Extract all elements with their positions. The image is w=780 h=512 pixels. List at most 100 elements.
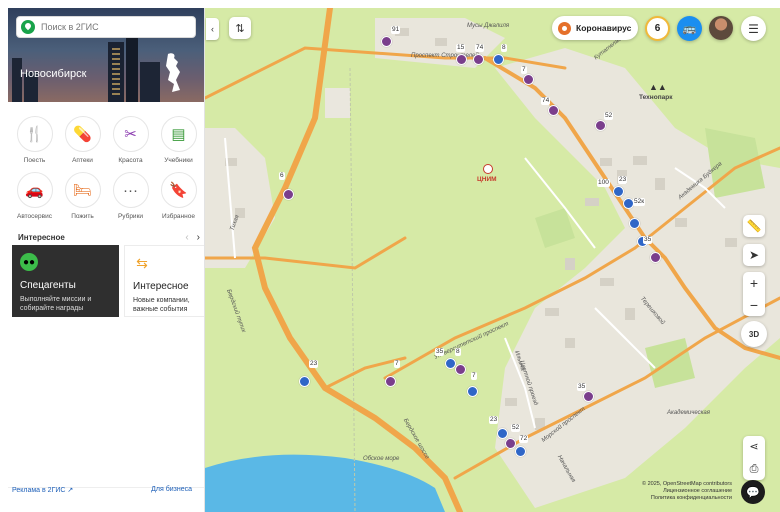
transit-stop-marker[interactable] (505, 438, 516, 449)
interesting-title: Интересное (18, 232, 65, 242)
building-silhouette (12, 58, 22, 102)
category-label: Красота (118, 157, 143, 164)
transit-stop-marker[interactable] (455, 364, 466, 375)
route-number: 52к (633, 198, 646, 206)
transit-stop-marker[interactable] (467, 386, 478, 397)
category-pharmacy[interactable]: 💊 Аптеки (60, 116, 105, 168)
route-number: 35 (435, 348, 445, 356)
route-icon: ⇅ (235, 22, 245, 35)
route-number: 74 (541, 97, 551, 105)
search-input[interactable] (41, 22, 191, 32)
navigation-arrow-icon: ➤ (748, 248, 760, 262)
transit-stop-marker[interactable] (493, 54, 504, 65)
category-beauty[interactable]: ✂ Красота (108, 116, 153, 168)
transit-stop-marker[interactable] (523, 74, 534, 85)
transit-stop-marker[interactable] (497, 428, 508, 439)
card-title: Спецагенты (20, 280, 76, 291)
side-panel: Новосибирск 🍴 Поесть 💊 Аптеки ✂ Красота … (8, 8, 205, 512)
transit-stop-marker[interactable] (299, 376, 310, 387)
notifications-badge[interactable]: 6 (645, 16, 670, 41)
route-button[interactable]: ⇅ (229, 17, 251, 39)
hospital-icon (483, 164, 493, 174)
card-interesting[interactable]: ⇆ Интересное Новые компании, важные собы… (124, 245, 204, 317)
route-number: 8 (501, 44, 507, 52)
map-copyright: © 2025, OpenStreetMap contributors Лицен… (640, 481, 732, 502)
avatar[interactable] (709, 16, 733, 40)
car-service-icon: 🚗 (16, 172, 53, 208)
interesting-header: Интересное ‹ › (18, 230, 200, 244)
bookmark-icon: 🔖 (160, 172, 197, 208)
privacy-link[interactable]: Политика конфиденциальности (640, 495, 732, 502)
window-lights (112, 48, 120, 98)
print-icon[interactable]: ⎙ (750, 458, 759, 480)
map-canvas[interactable]: Мусы Джалиля Проспект Строителей Кутател… (205, 8, 780, 512)
coat-of-arms-icon (166, 53, 180, 92)
zoom-in-button[interactable]: + (750, 272, 758, 294)
chat-button[interactable]: 💬 (741, 480, 765, 504)
locate-button[interactable]: ➤ (743, 244, 765, 266)
route-number: 100 (597, 179, 610, 187)
transit-stop-marker[interactable] (473, 54, 484, 65)
category-car-service[interactable]: 🚗 Автосервис (12, 172, 57, 224)
virus-icon (558, 21, 571, 35)
route-number: 7 (394, 360, 400, 368)
collapse-panel-button[interactable]: ‹ (206, 18, 219, 40)
sunglasses-icon: ●● (20, 253, 38, 271)
transit-stop-marker[interactable] (613, 186, 624, 197)
menu-button[interactable]: ☰ (741, 16, 766, 41)
prev-arrow-icon[interactable]: ‹ (185, 232, 188, 243)
chat-icon: 💬 (746, 486, 760, 499)
search-bar[interactable] (16, 16, 196, 38)
category-label: Аптеки (72, 157, 93, 164)
category-label: Рубрики (117, 213, 144, 220)
transit-stop-marker[interactable] (548, 105, 559, 116)
copyright-line: © 2025, OpenStreetMap contributors (642, 481, 732, 487)
card-spec-agents[interactable]: ●● Спецагенты Выполняйте миссии и собира… (12, 245, 119, 317)
city-banner: Новосибирск (8, 8, 204, 102)
card-subtitle: Новые компании, важные события (133, 297, 190, 313)
category-textbooks[interactable]: ▤ Учебники (156, 116, 201, 168)
category-favorites[interactable]: 🔖 Избранное (156, 172, 201, 224)
pill-icon: 💊 (64, 116, 101, 152)
route-number: 74 (475, 44, 485, 52)
category-rubrics[interactable]: ··· Рубрики (108, 172, 153, 224)
license-link[interactable]: Лицензионное соглашение (640, 488, 732, 495)
zoom-control: + − (743, 272, 765, 316)
fork-knife-icon: 🍴 (16, 116, 53, 152)
next-arrow-icon[interactable]: › (197, 232, 200, 243)
hamburger-icon: ☰ (748, 21, 759, 36)
transit-stop-marker[interactable] (595, 120, 606, 131)
corona-button[interactable]: Коронавирус (552, 16, 638, 40)
route-number: 91 (391, 26, 401, 34)
transit-stop-marker[interactable] (283, 189, 294, 200)
category-label: Поесть (23, 157, 46, 164)
transit-stop-marker[interactable] (583, 391, 594, 402)
category-eat[interactable]: 🍴 Поесть (12, 116, 57, 168)
route-number: 52 (604, 112, 614, 120)
route-number: 23 (489, 416, 499, 424)
signpost-icon: ⇆ (136, 254, 148, 271)
zoom-out-button[interactable]: − (750, 294, 758, 316)
2gis-logo-icon (21, 20, 35, 34)
transit-stop-marker[interactable] (385, 376, 396, 387)
building-icon: ▲▲ (649, 82, 667, 92)
ruler-button[interactable]: 📏 (743, 215, 765, 237)
route-number: 8 (455, 348, 461, 356)
route-number: 72 (519, 435, 529, 443)
route-number: 35 (577, 383, 587, 391)
business-link[interactable]: Для бизнеса (151, 486, 192, 494)
transit-stop-marker[interactable] (629, 218, 640, 229)
city-name: Новосибирск (20, 68, 87, 80)
transit-stop-marker[interactable] (456, 54, 467, 65)
share-icon[interactable]: ⋖ (749, 436, 758, 458)
route-number: 23 (618, 176, 628, 184)
transport-button[interactable]: 🚌 (677, 16, 702, 41)
route-number: 7 (521, 66, 527, 74)
3d-button[interactable]: 3D (741, 321, 767, 347)
map-label-poi: ЦНИМ (477, 176, 497, 183)
transit-stop-marker[interactable] (650, 252, 661, 263)
transit-stop-marker[interactable] (381, 36, 392, 47)
category-stay[interactable]: 🛏 Пожить (60, 172, 105, 224)
transit-stop-marker[interactable] (515, 446, 526, 457)
ads-link[interactable]: Реклама в 2ГИС ↗ (12, 486, 73, 494)
